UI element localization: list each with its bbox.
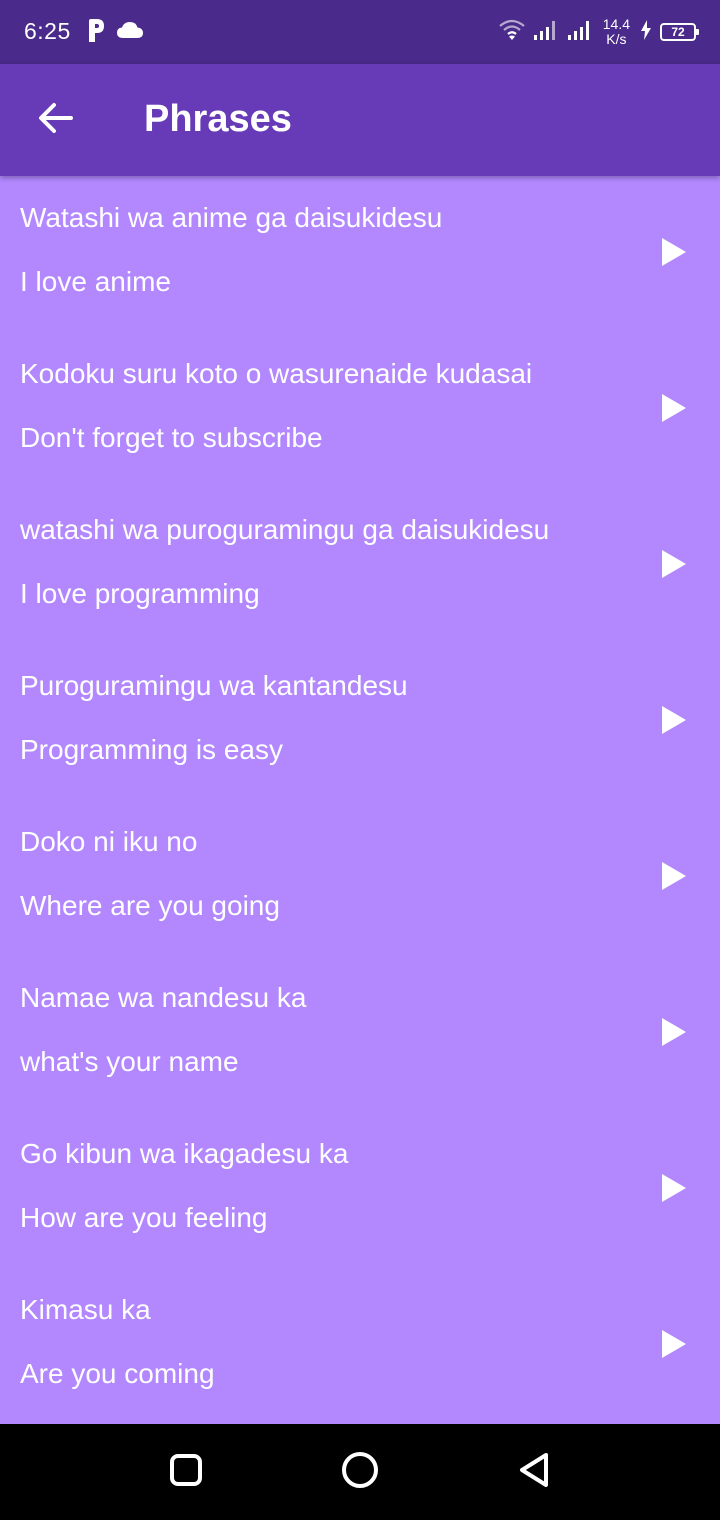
- play-button[interactable]: [654, 1324, 694, 1368]
- phrase-japanese: Watashi wa anime ga daisukidesu: [20, 202, 443, 233]
- play-icon: [661, 705, 687, 740]
- arrow-left-icon: [38, 102, 74, 139]
- list-item[interactable]: Puroguramingu wa kantandesu Programming …: [0, 644, 720, 800]
- system-nav-bar: [0, 1424, 720, 1520]
- recents-button[interactable]: [162, 1448, 210, 1496]
- cloud-icon: [116, 20, 144, 45]
- signal-strength-icon: [533, 19, 559, 46]
- play-icon: [661, 237, 687, 272]
- play-button[interactable]: [654, 1012, 694, 1056]
- network-speed: 14.4 K/s: [603, 17, 630, 47]
- nav-back-button[interactable]: [510, 1448, 558, 1496]
- phrase-english: Are you coming: [20, 1358, 215, 1389]
- list-item[interactable]: Kodoku suru koto o wasurenaide kudasai D…: [0, 332, 720, 488]
- phrase-japanese: Go kibun wa ikagadesu ka: [20, 1138, 349, 1169]
- status-notification-icons: [86, 18, 144, 46]
- play-button[interactable]: [654, 232, 694, 276]
- phrase-english: Don't forget to subscribe: [20, 422, 323, 453]
- parking-app-icon: [86, 17, 106, 48]
- play-button[interactable]: [654, 1168, 694, 1212]
- play-button[interactable]: [654, 856, 694, 900]
- signal-strength-icon: [567, 19, 593, 46]
- status-time: 6:25: [24, 18, 71, 44]
- list-item[interactable]: Go kibun wa ikagadesu ka How are you fee…: [0, 1112, 720, 1268]
- play-icon: [661, 1173, 687, 1208]
- recents-square-icon: [169, 1453, 203, 1492]
- status-system-icons: 14.4 K/s 72: [499, 14, 699, 50]
- phrase-english: I love anime: [20, 266, 171, 297]
- list-item[interactable]: Doko ni iku no Where are you going: [0, 800, 720, 956]
- play-icon: [661, 393, 687, 428]
- list-item[interactable]: Watashi wa anime ga daisukidesu I love a…: [0, 176, 720, 332]
- network-speed-value: 14.4: [602, 16, 630, 32]
- list-item[interactable]: watashi wa puroguramingu ga daisukidesu …: [0, 488, 720, 644]
- play-button[interactable]: [654, 544, 694, 588]
- battery-indicator: 72: [660, 23, 699, 41]
- phrase-japanese: Puroguramingu wa kantandesu: [20, 670, 408, 701]
- phrase-english: what's your name: [20, 1046, 239, 1077]
- status-bar: 6:25 14.4 K/s 72: [0, 0, 720, 64]
- charging-bolt-icon: [640, 19, 652, 45]
- play-icon: [661, 1017, 687, 1052]
- phrase-list: Watashi wa anime ga daisukidesu I love a…: [0, 176, 720, 1424]
- list-item[interactable]: Kimasu ka Are you coming: [0, 1268, 720, 1424]
- phrase-english: Programming is easy: [20, 734, 283, 765]
- play-icon: [661, 1329, 687, 1364]
- play-icon: [661, 549, 687, 584]
- phrase-english: How are you feeling: [20, 1202, 268, 1233]
- phrase-japanese: watashi wa puroguramingu ga daisukidesu: [20, 514, 550, 545]
- phrase-english: Where are you going: [20, 890, 280, 921]
- phrase-japanese: Namae wa nandesu ka: [20, 982, 307, 1013]
- page-title: Phrases: [144, 98, 292, 140]
- network-speed-unit: K/s: [606, 31, 627, 47]
- play-button[interactable]: [654, 388, 694, 432]
- phrase-japanese: Kimasu ka: [20, 1294, 151, 1325]
- back-triangle-icon: [517, 1452, 551, 1493]
- play-button[interactable]: [654, 700, 694, 744]
- app-bar: Phrases: [0, 64, 720, 176]
- home-button[interactable]: [336, 1448, 384, 1496]
- phrase-japanese: Doko ni iku no: [20, 826, 198, 857]
- phrase-japanese: Kodoku suru koto o wasurenaide kudasai: [20, 358, 533, 389]
- back-button[interactable]: [24, 88, 88, 152]
- phrase-english: I love programming: [20, 578, 260, 609]
- list-item[interactable]: Namae wa nandesu ka what's your name: [0, 956, 720, 1112]
- play-icon: [661, 861, 687, 896]
- home-circle-icon: [341, 1451, 379, 1494]
- wifi-icon: [499, 19, 525, 46]
